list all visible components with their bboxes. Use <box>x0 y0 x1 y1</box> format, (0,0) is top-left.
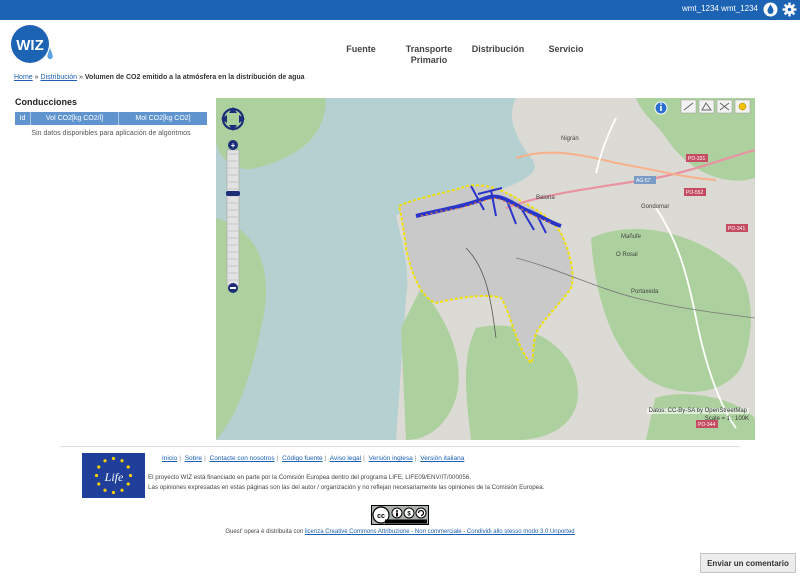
footer-link-aviso-legal[interactable]: Aviso legal <box>330 455 361 462</box>
zoom-bar[interactable]: + <box>226 140 240 293</box>
footer-link-version-inglesa[interactable]: Versión inglesa <box>369 455 413 462</box>
place-label: Gondomar <box>641 204 669 210</box>
panel-title: Conducciones <box>15 97 78 107</box>
eu-star-icon <box>120 459 124 463</box>
footer-disclaimer-text: Las opiniones expresadas en estas página… <box>148 484 545 491</box>
eu-star-icon <box>128 473 133 478</box>
nav-item-fuente[interactable]: Fuente <box>338 44 384 55</box>
eu-star-icon <box>111 490 116 495</box>
forest-area <box>401 288 459 440</box>
svg-text:+: + <box>231 141 236 150</box>
wiz-logo[interactable]: WIZ <box>10 24 56 66</box>
license-link[interactable]: licenza Creative Commons Attribuzione - … <box>305 529 575 535</box>
road-label: PO-552 <box>686 190 703 196</box>
road-label: PO-341 <box>728 226 745 232</box>
eu-star-icon <box>111 456 116 461</box>
footer-funding-text: El proyecto WIZ está financiado en parte… <box>148 474 471 481</box>
breadcrumb: Home » Distribución » Volumen de CO2 emi… <box>14 74 305 81</box>
eu-star-icon <box>120 488 124 492</box>
road-label: PO-331 <box>688 156 705 162</box>
place-label: Nigrán <box>561 136 579 142</box>
footer-links: Inicio | Sobre | Contacte con nosotros | Có… <box>162 455 465 462</box>
footer-link-codigo-fuente[interactable]: Código fuente <box>282 455 322 462</box>
footer-link-inicio[interactable]: Inicio <box>162 455 177 462</box>
gear-icon[interactable] <box>782 2 797 17</box>
map-attribution: Datos: CC-By-SA by OpenStreetMap <box>646 408 749 414</box>
creative-commons-badge[interactable]: cc $ <box>371 505 429 525</box>
eu-star-icon <box>97 465 101 469</box>
eu-star-icon <box>126 465 130 469</box>
zoom-slider-handle <box>226 191 240 196</box>
eu-star-icon <box>97 482 101 486</box>
svg-text:cc: cc <box>377 513 385 520</box>
place-label: Baiona <box>536 195 555 201</box>
column-header-vol-co2[interactable]: Vol CO2[kg CO2/l] <box>31 112 119 125</box>
eu-star-icon <box>103 488 107 492</box>
top-bar: wmt_1234 wmt_1234 <box>0 0 800 20</box>
road <box>595 117 617 174</box>
road-label: PO-344 <box>698 422 715 428</box>
nav-item-servicio[interactable]: Servicio <box>542 44 590 55</box>
logo-text: WIZ <box>16 37 44 54</box>
nav-item-transporte-primario[interactable]: Transporte Primario <box>400 44 458 66</box>
forest-area <box>591 229 751 392</box>
place-label: Portaxeda <box>631 289 659 295</box>
breadcrumb-distribucion[interactable]: Distribución <box>41 74 78 81</box>
breadcrumb-current: Volumen de CO2 emitido a la atmósfera en… <box>84 74 305 81</box>
license-line: Guest' opera è distribuita con licenza C… <box>180 529 620 535</box>
map-view[interactable]: Nigrán Baiona Gondomar Mañufe O Rosal Po… <box>216 98 755 440</box>
map-canvas[interactable]: Nigrán Baiona Gondomar Mañufe O Rosal Po… <box>216 98 755 440</box>
footer-link-version-italiana[interactable]: Versión italiana <box>420 455 464 462</box>
user-name[interactable]: wmt_1234 wmt_1234 <box>682 4 758 13</box>
app: wmt_1234 wmt_1234 WIZ Fuente Transporte … <box>0 0 800 577</box>
map-scale: Scale = 1 : 100K <box>704 416 749 422</box>
svg-text:Life: Life <box>104 470 124 484</box>
breadcrumb-home[interactable]: Home <box>14 74 33 81</box>
column-header-id[interactable]: Id <box>15 112 31 125</box>
eu-star-icon <box>126 482 130 486</box>
place-label: O Rosal <box>616 252 638 258</box>
eu-star-icon <box>94 473 99 478</box>
eu-star-icon <box>103 459 107 463</box>
water-drop-icon[interactable] <box>763 2 778 17</box>
info-icon[interactable] <box>654 101 668 115</box>
footer-link-contacte[interactable]: Contacte con nosotros <box>210 455 275 462</box>
footer-divider <box>60 446 740 447</box>
send-comment-button[interactable]: Enviar un comentario <box>700 553 796 573</box>
measure-area-icon <box>698 99 715 114</box>
column-header-mol-co2[interactable]: Mol CO2[kg CO2] <box>119 112 207 125</box>
breadcrumb-separator: » <box>79 74 83 81</box>
empty-message: Sin datos disponibles para aplicación de… <box>31 130 191 137</box>
breadcrumb-separator: » <box>34 74 39 81</box>
road-label: AG-57 <box>636 178 651 184</box>
nav-item-distribucion[interactable]: Distribución <box>468 44 528 55</box>
table-header: Id Vol CO2[kg CO2/l] Mol CO2[kg CO2] <box>15 112 207 125</box>
license-prefix: Guest' opera è distribuita con <box>225 529 304 535</box>
life-eu-logo: Life <box>82 453 145 498</box>
footer-link-sobre[interactable]: Sobre <box>185 455 202 462</box>
place-label: Mañufe <box>621 234 642 240</box>
